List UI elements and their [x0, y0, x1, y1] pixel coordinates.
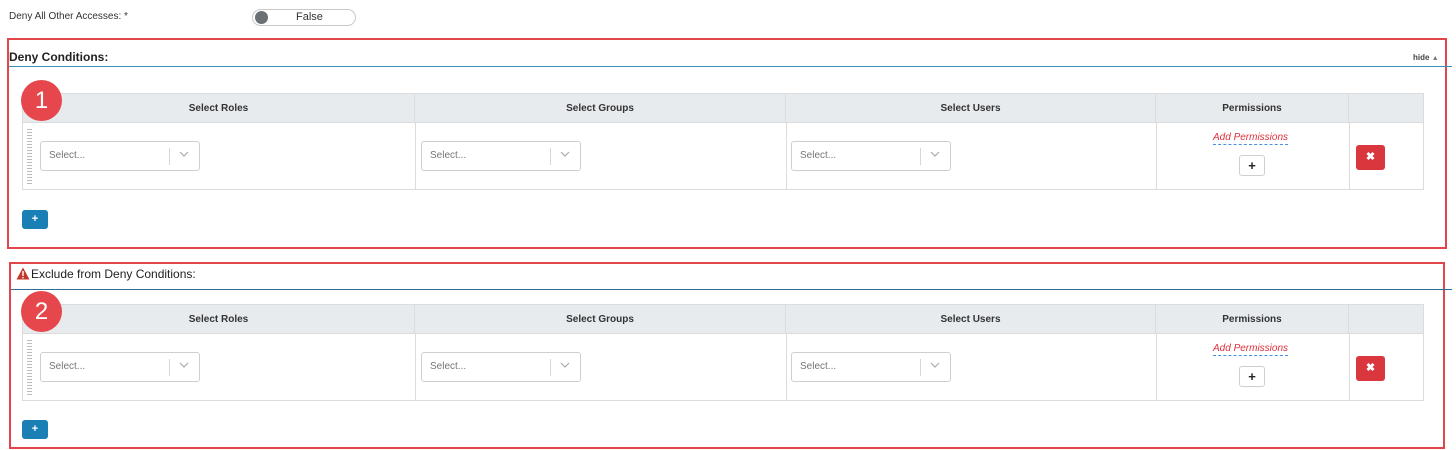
- select-placeholder: Select...: [49, 150, 86, 161]
- cell-divider: [786, 334, 787, 400]
- table-header: Select Roles Select Groups Select Users …: [23, 305, 1423, 334]
- select-placeholder: Select...: [800, 150, 837, 161]
- cell-divider: [415, 123, 416, 189]
- select-divider: [550, 359, 551, 376]
- cell-divider: [415, 334, 416, 400]
- warning-icon: [16, 267, 30, 280]
- toggle-knob: [255, 11, 268, 24]
- cell-divider: [1156, 334, 1157, 400]
- cell-divider: [1349, 123, 1350, 189]
- select-placeholder: Select...: [49, 361, 86, 372]
- chevron-up-icon: ▲: [1431, 55, 1439, 62]
- chevron-down-icon: [179, 362, 189, 368]
- select-divider: [920, 148, 921, 165]
- select-divider: [169, 359, 170, 376]
- deny-all-label: Deny All Other Accesses: *: [9, 11, 128, 22]
- select-divider: [920, 359, 921, 376]
- cell-divider: [1349, 334, 1350, 400]
- select-placeholder: Select...: [430, 150, 467, 161]
- col-select-users: Select Users: [786, 305, 1156, 334]
- select-placeholder: Select...: [430, 361, 467, 372]
- col-permissions: Permissions: [1156, 305, 1349, 334]
- exclude-conditions-table: Select Roles Select Groups Select Users …: [22, 304, 1424, 401]
- select-divider: [169, 148, 170, 165]
- drag-handle[interactable]: [27, 129, 32, 185]
- chevron-down-icon: [179, 151, 189, 157]
- deny-conditions-title: Deny Conditions:: [9, 50, 109, 64]
- chevron-down-icon: [930, 362, 940, 368]
- callout-badge-2: 2: [21, 291, 62, 332]
- table-header: Select Roles Select Groups Select Users …: [23, 94, 1423, 123]
- col-select-roles: Select Roles: [23, 94, 415, 123]
- cell-divider: [786, 123, 787, 189]
- select-roles-dropdown[interactable]: Select...: [40, 141, 200, 171]
- exclude-conditions-title: Exclude from Deny Conditions:: [31, 267, 196, 281]
- add-exclude-condition-button[interactable]: +: [22, 420, 48, 439]
- deny-all-toggle[interactable]: False: [252, 9, 356, 26]
- select-users-dropdown[interactable]: Select...: [791, 141, 951, 171]
- col-select-groups: Select Groups: [415, 94, 786, 123]
- select-groups-dropdown[interactable]: Select...: [421, 141, 581, 171]
- select-placeholder: Select...: [800, 361, 837, 372]
- hide-link[interactable]: hide ▲: [1413, 53, 1439, 62]
- col-select-users: Select Users: [786, 94, 1156, 123]
- callout-badge-1: 1: [21, 80, 62, 121]
- select-groups-dropdown[interactable]: Select...: [421, 352, 581, 382]
- section-divider: [9, 66, 1452, 67]
- select-roles-dropdown[interactable]: Select...: [40, 352, 200, 382]
- delete-row-button[interactable]: ✖: [1356, 145, 1385, 170]
- col-select-groups: Select Groups: [415, 305, 786, 334]
- col-permissions: Permissions: [1156, 94, 1349, 123]
- col-select-roles: Select Roles: [23, 305, 415, 334]
- hide-label: hide: [1413, 53, 1430, 62]
- select-divider: [550, 148, 551, 165]
- add-permissions-link[interactable]: Add Permissions: [1213, 132, 1289, 145]
- add-permission-button[interactable]: +: [1239, 155, 1265, 176]
- deny-conditions-table: Select Roles Select Groups Select Users …: [22, 93, 1424, 190]
- chevron-down-icon: [930, 151, 940, 157]
- toggle-value: False: [296, 11, 323, 23]
- section-divider: [11, 289, 1452, 290]
- chevron-down-icon: [560, 151, 570, 157]
- add-permission-button[interactable]: +: [1239, 366, 1265, 387]
- add-permissions-link[interactable]: Add Permissions: [1213, 343, 1289, 356]
- add-deny-condition-button[interactable]: +: [22, 210, 48, 229]
- cell-divider: [1156, 123, 1157, 189]
- select-users-dropdown[interactable]: Select...: [791, 352, 951, 382]
- drag-handle[interactable]: [27, 340, 32, 396]
- chevron-down-icon: [560, 362, 570, 368]
- delete-row-button[interactable]: ✖: [1356, 356, 1385, 381]
